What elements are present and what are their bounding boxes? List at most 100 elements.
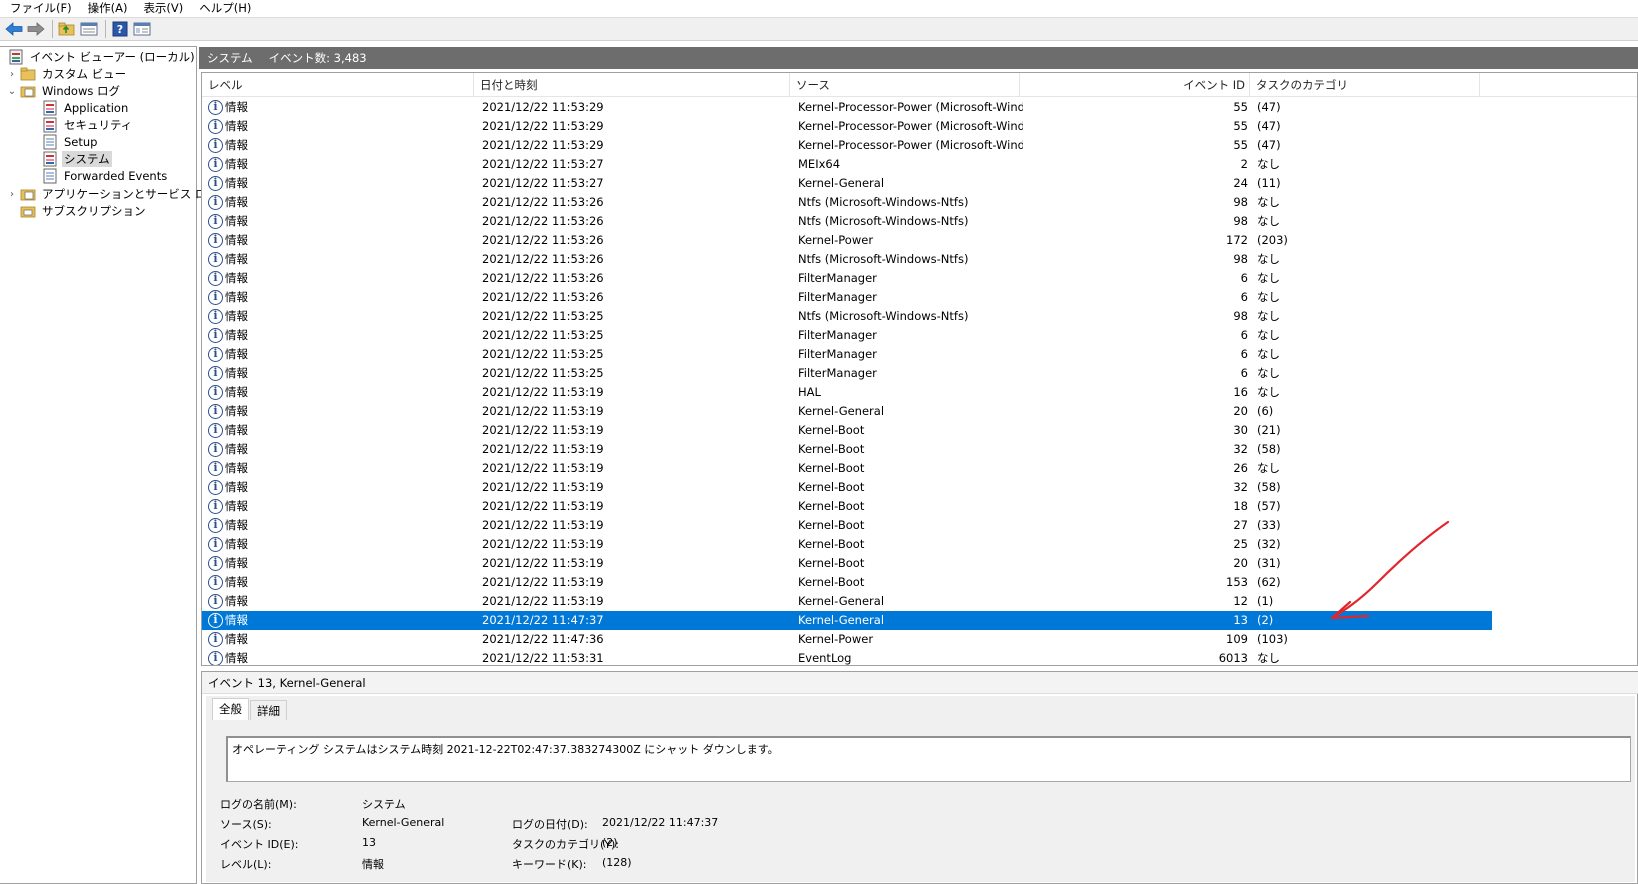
tree-item-setup[interactable]: Setup [40, 133, 99, 151]
event-row[interactable]: i 情報 2021/12/22 11:53:19 Kernel-Boot 25 (32) [202, 535, 1492, 554]
keywords-value: (128) [602, 856, 632, 869]
column-header-source[interactable]: ソース [790, 73, 1020, 97]
cell-level-text: 情報 [225, 347, 248, 361]
cell-level-text: 情報 [225, 575, 248, 589]
chevron-right-icon[interactable]: › [6, 68, 18, 80]
cell-source: Kernel-Boot [798, 537, 865, 551]
event-row[interactable]: i 情報 2021/12/22 11:53:25 FilterManager 6 なし [202, 345, 1492, 364]
event-row[interactable]: i 情報 2021/12/22 11:47:36 Kernel-Power 109 (10… [202, 630, 1492, 649]
column-header-level[interactable]: レベル [202, 73, 474, 97]
cell-category: (57) [1257, 499, 1281, 513]
event-row[interactable]: i 情報 2021/12/22 11:53:27 MEIx64 2 なし [202, 155, 1492, 174]
tree-item-custom-views[interactable]: › カスタム ビュー [6, 65, 128, 83]
cell-event-id: 12 [1233, 594, 1248, 608]
event-row[interactable]: i 情報 2021/12/22 11:53:19 Kernel-Boot 18 (57) [202, 497, 1492, 516]
event-row[interactable]: i 情報 2021/12/22 11:53:19 Kernel-Boot 27 (33) [202, 516, 1492, 535]
event-row[interactable]: i 情報 2021/12/22 11:53:19 Kernel-Boot 32 (58) [202, 478, 1492, 497]
info-icon: i [208, 461, 223, 476]
tree-item-forwarded-events[interactable]: Forwarded Events [40, 167, 169, 185]
event-row[interactable]: i 情報 2021/12/22 11:53:29 Kernel-Processor-P… [202, 98, 1492, 117]
chevron-down-icon[interactable]: ⌄ [6, 85, 18, 97]
event-row[interactable]: i 情報 2021/12/22 11:53:19 Kernel-Boot 32 (58) [202, 440, 1492, 459]
help-icon[interactable]: ? [110, 19, 130, 39]
event-row[interactable]: i 情報 2021/12/22 11:53:26 Ntfs (Microsoft-Wi… [202, 193, 1492, 212]
cell-date: 2021/12/22 11:53:19 [482, 385, 604, 399]
tree-item-app-service-logs[interactable]: › アプリケーションとサービス ログ [6, 185, 220, 203]
event-row[interactable]: i 情報 2021/12/22 11:53:19 HAL 16 なし [202, 383, 1492, 402]
event-row[interactable]: i 情報 2021/12/22 11:53:25 FilterManager 6 なし [202, 364, 1492, 383]
cell-level-text: 情報 [225, 290, 248, 304]
column-header-event-id[interactable]: イベント ID [1020, 73, 1250, 97]
event-row[interactable]: i 情報 2021/12/22 11:53:26 FilterManager 6 なし [202, 288, 1492, 307]
event-row[interactable]: i 情報 2021/12/22 11:53:26 Ntfs (Microsoft-Wi… [202, 212, 1492, 231]
tree-item-windows-logs[interactable]: ⌄ Windows ログ [6, 82, 122, 100]
event-row[interactable]: i 情報 2021/12/22 11:53:19 Kernel-Boot 30 (21) [202, 421, 1492, 440]
event-row[interactable]: i 情報 2021/12/22 11:53:26 FilterManager 6 なし [202, 269, 1492, 288]
tree-item-system[interactable]: システム [40, 150, 112, 168]
cell-level-text: 情報 [225, 499, 248, 513]
tab-general[interactable]: 全般 [212, 698, 249, 720]
folder-up-icon[interactable] [57, 19, 77, 39]
menu-help[interactable]: ヘルプ(H) [191, 1, 259, 15]
event-row[interactable]: i 情報 2021/12/22 11:53:19 Kernel-General 20 (6… [202, 402, 1492, 421]
menu-bar: ファイル(F) 操作(A) 表示(V) ヘルプ(H) [0, 0, 1638, 16]
tree-item-application[interactable]: Application [40, 99, 130, 117]
cell-source: Kernel-Boot [798, 480, 865, 494]
back-arrow-icon[interactable] [4, 19, 24, 39]
cell-event-id: 24 [1233, 176, 1248, 190]
tree-item-subscriptions[interactable]: サブスクリプション [18, 202, 148, 220]
event-row[interactable]: i 情報 2021/12/22 11:53:25 Ntfs (Microsoft-Wi… [202, 307, 1492, 326]
cell-level-text: 情報 [225, 176, 248, 190]
info-icon: i [208, 347, 223, 362]
cell-category: (103) [1257, 632, 1288, 646]
event-row[interactable]: i 情報 2021/12/22 11:53:29 Kernel-Processor-P… [202, 117, 1492, 136]
cell-source: Ntfs (Microsoft-Windows-Ntfs) [798, 309, 969, 323]
log-name-value: システム [362, 798, 406, 811]
properties-icon[interactable] [79, 19, 99, 39]
cell-date: 2021/12/22 11:53:19 [482, 442, 604, 456]
log-icon [42, 117, 58, 133]
tree-item-root[interactable]: イベント ビューアー (ローカル) [6, 48, 197, 66]
cell-source: Kernel-Boot [798, 442, 865, 456]
info-icon: i [208, 423, 223, 438]
tree-item-security[interactable]: セキュリティ [40, 116, 134, 134]
cell-category: なし [1257, 651, 1280, 665]
column-header-date[interactable]: 日付と時刻 [474, 73, 790, 97]
cell-date: 2021/12/22 11:53:25 [482, 347, 604, 361]
event-row[interactable]: i 情報 2021/12/22 11:53:19 Kernel-Boot 20 (31) [202, 554, 1492, 573]
event-row[interactable]: i 情報 2021/12/22 11:53:25 FilterManager 6 なし [202, 326, 1492, 345]
cell-date: 2021/12/22 11:53:26 [482, 252, 604, 266]
event-row[interactable]: i 情報 2021/12/22 11:53:26 Ntfs (Microsoft-Wi… [202, 250, 1492, 269]
event-row[interactable]: i 情報 2021/12/22 11:53:19 Kernel-Boot 26 なし [202, 459, 1492, 478]
event-row[interactable]: i 情報 2021/12/22 11:53:26 Kernel-Power 172 (20… [202, 231, 1492, 250]
tab-details[interactable]: 詳細 [250, 700, 287, 720]
menu-action[interactable]: 操作(A) [80, 1, 136, 15]
cell-level-text: 情報 [225, 328, 248, 342]
tree-label: カスタム ビュー [42, 67, 127, 81]
column-header-category[interactable]: タスクのカテゴリ [1250, 73, 1480, 97]
cell-source: Kernel-General [798, 176, 885, 190]
cell-category: なし [1257, 309, 1280, 323]
cell-source: FilterManager [798, 290, 877, 304]
chevron-right-icon[interactable]: › [6, 188, 18, 200]
event-row[interactable]: i 情報 2021/12/22 11:53:27 Kernel-General 24 (1… [202, 174, 1492, 193]
event-row[interactable]: i 情報 2021/12/22 11:53:19 Kernel-General 12 (1… [202, 592, 1492, 611]
source-label: ソース(S): [220, 818, 272, 831]
event-row[interactable]: i 情報 2021/12/22 11:53:19 Kernel-Boot 153 (62) [202, 573, 1492, 592]
cell-level-text: 情報 [225, 195, 248, 209]
cell-category: (62) [1257, 575, 1281, 589]
tree-label: Windows ログ [42, 84, 120, 98]
console-tree-icon[interactable] [132, 19, 152, 39]
event-row[interactable]: i 情報 2021/12/22 11:53:29 Kernel-Processor-P… [202, 136, 1492, 155]
menu-file[interactable]: ファイル(F) [0, 1, 80, 15]
menu-view[interactable]: 表示(V) [135, 1, 191, 15]
forward-arrow-icon[interactable] [26, 19, 46, 39]
event-row[interactable]: i 情報 2021/12/22 11:47:37 Kernel-General 13 (2… [202, 611, 1492, 630]
event-row[interactable]: i 情報 2021/12/22 11:53:31 EventLog 6013 なし [202, 649, 1492, 665]
cell-category: なし [1257, 290, 1280, 304]
cell-category: (47) [1257, 100, 1281, 114]
event-message[interactable]: オペレーティング システムはシステム時刻 2021-12-22T02:47:37… [226, 736, 1631, 782]
cell-date: 2021/12/22 11:53:19 [482, 518, 604, 532]
event-count: イベント数: 3,483 [268, 51, 367, 65]
cell-event-id: 98 [1233, 252, 1248, 266]
